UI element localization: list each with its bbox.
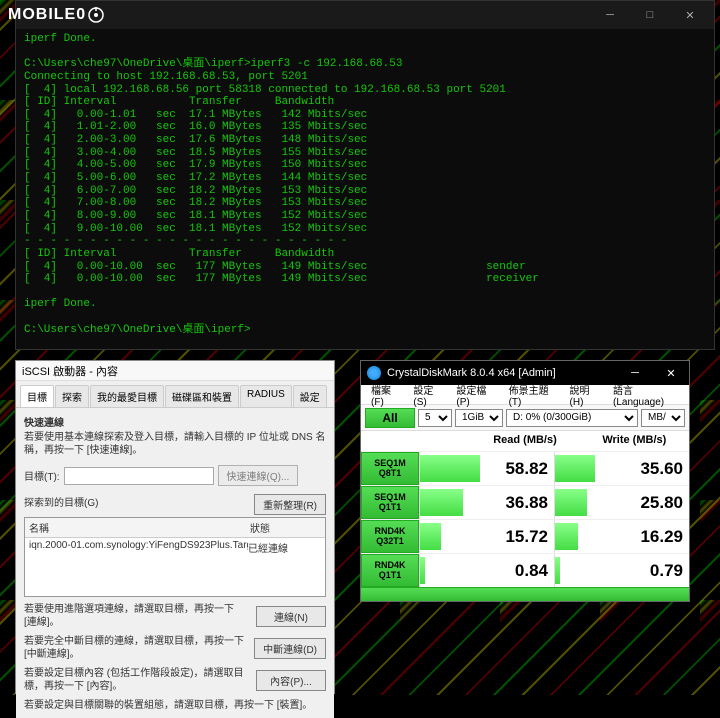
connect-button[interactable]: 連線(N) (256, 606, 326, 627)
all-button[interactable]: All (365, 408, 415, 428)
quick-connect-heading: 快速連線 (24, 418, 64, 429)
help-disconnect: 若要完全中斷目標的連線，請選取目標，再按一下 [中斷連線]。 (24, 635, 254, 661)
iscsi-dialog: iSCSI 啟動器 - 內容 目標探索我的最愛目標磁碟區和裝置RADIUS設定 … (15, 360, 335, 694)
result-row: RND4KQ1T1 0.84 0.79 (361, 553, 689, 587)
discovered-label: 探索到的目標(G) (24, 494, 98, 515)
properties-button[interactable]: 內容(P)... (256, 670, 326, 691)
menu-item[interactable]: 語言(Language) (607, 382, 685, 408)
terminal-window: ─ □ ✕ iperf Done. C:\Users\che97\OneDriv… (15, 0, 715, 350)
terminal-titlebar[interactable]: ─ □ ✕ (16, 1, 714, 29)
read-cell: 15.72 (419, 520, 554, 553)
menu-item[interactable]: 檔案(F) (365, 382, 407, 408)
iscsi-body: 快速連線 若要使用基本連線探索及登入目標，請輸入目標的 IP 位址或 DNS 名… (16, 408, 334, 718)
write-cell: 35.60 (554, 452, 689, 485)
cdm-menubar: 檔案(F)設定(S)設定檔(P)佈景主題(T)說明(H)語言(Language) (361, 385, 689, 405)
read-cell: 36.88 (419, 486, 554, 519)
read-cell: 58.82 (419, 452, 554, 485)
tab-2[interactable]: 我的最愛目標 (90, 385, 164, 407)
cdm-footer (361, 587, 689, 601)
menu-item[interactable]: 設定(S) (407, 382, 450, 408)
terminal-output[interactable]: iperf Done. C:\Users\che97\OneDrive\桌面\i… (16, 29, 714, 340)
col-status: 狀態 (246, 518, 325, 537)
tab-3[interactable]: 磁碟區和裝置 (165, 385, 239, 407)
cdm-toolbar: All 5 1GiB D: 0% (0/300GiB) MB/s (361, 405, 689, 431)
write-header: Write (MB/s) (580, 431, 689, 451)
menu-item[interactable]: 佈景主題(T) (503, 382, 564, 408)
minimize-button[interactable]: ─ (590, 3, 630, 27)
result-row: SEQ1MQ8T1 58.82 35.60 (361, 451, 689, 485)
cdm-title: CrystalDiskMark 8.0.4 x64 [Admin] (387, 367, 617, 379)
result-row: RND4KQ32T1 15.72 16.29 (361, 519, 689, 553)
maximize-button[interactable]: □ (630, 3, 670, 27)
write-cell: 16.29 (554, 520, 689, 553)
target-label: 目標(T): (24, 468, 60, 483)
test-button[interactable]: RND4KQ1T1 (361, 554, 419, 587)
cdm-app-icon (367, 366, 381, 380)
crystaldiskmark-window: CrystalDiskMark 8.0.4 x64 [Admin] ─ ✕ 檔案… (360, 360, 690, 602)
iscsi-titlebar[interactable]: iSCSI 啟動器 - 內容 (16, 361, 334, 381)
size-select[interactable]: 1GiB (455, 409, 503, 427)
write-cell: 25.80 (554, 486, 689, 519)
tab-1[interactable]: 探索 (55, 385, 89, 407)
tab-4[interactable]: RADIUS (240, 385, 292, 407)
cdm-results: SEQ1MQ8T1 58.82 35.60 SEQ1MQ1T1 36.88 25… (361, 451, 689, 587)
tab-0[interactable]: 目標 (20, 385, 54, 407)
quick-connect-button[interactable]: 快速連線(Q)... (218, 465, 299, 486)
disconnect-button[interactable]: 中斷連線(D) (254, 638, 326, 659)
read-header: Read (MB/s) (470, 431, 579, 451)
test-button[interactable]: SEQ1MQ8T1 (361, 452, 419, 485)
target-input[interactable] (64, 467, 214, 485)
test-button[interactable]: SEQ1MQ1T1 (361, 486, 419, 519)
menu-item[interactable]: 設定檔(P) (450, 382, 502, 408)
read-cell: 0.84 (419, 554, 554, 587)
col-name: 名稱 (25, 518, 246, 537)
table-row[interactable]: iqn.2000-01.com.synology:YiFengDS923Plus… (25, 538, 325, 557)
menu-item[interactable]: 說明(H) (564, 382, 607, 408)
result-row: SEQ1MQ1T1 36.88 25.80 (361, 485, 689, 519)
refresh-button[interactable]: 重新整理(R) (254, 494, 326, 515)
help-devices: 若要設定與目標關聯的裝置組態，請選取目標，再按一下 [裝置]。 (24, 699, 326, 712)
watermark: MOBILE0 (8, 6, 104, 24)
write-cell: 0.79 (554, 554, 689, 587)
targets-table[interactable]: 名稱 狀態 iqn.2000-01.com.synology:YiFengDS9… (24, 517, 326, 597)
quick-connect-help: 若要使用基本連線探索及登入目標，請輸入目標的 IP 位址或 DNS 名稱，再按一… (24, 431, 326, 457)
runs-select[interactable]: 5 (418, 409, 452, 427)
iscsi-tabs: 目標探索我的最愛目標磁碟區和裝置RADIUS設定 (16, 381, 334, 408)
tab-5[interactable]: 設定 (293, 385, 327, 407)
test-button[interactable]: RND4KQ32T1 (361, 520, 419, 553)
drive-select[interactable]: D: 0% (0/300GiB) (506, 409, 638, 427)
close-button[interactable]: ✕ (670, 3, 710, 27)
unit-select[interactable]: MB/s (641, 409, 685, 427)
help-props: 若要設定目標內容 (包括工作階段設定)，請選取目標，再按一下 [內容]。 (24, 667, 256, 693)
help-connect: 若要使用進階選項連線，請選取目標，再按一下 [連線]。 (24, 603, 256, 629)
cdm-headers: Read (MB/s) Write (MB/s) (361, 431, 689, 451)
